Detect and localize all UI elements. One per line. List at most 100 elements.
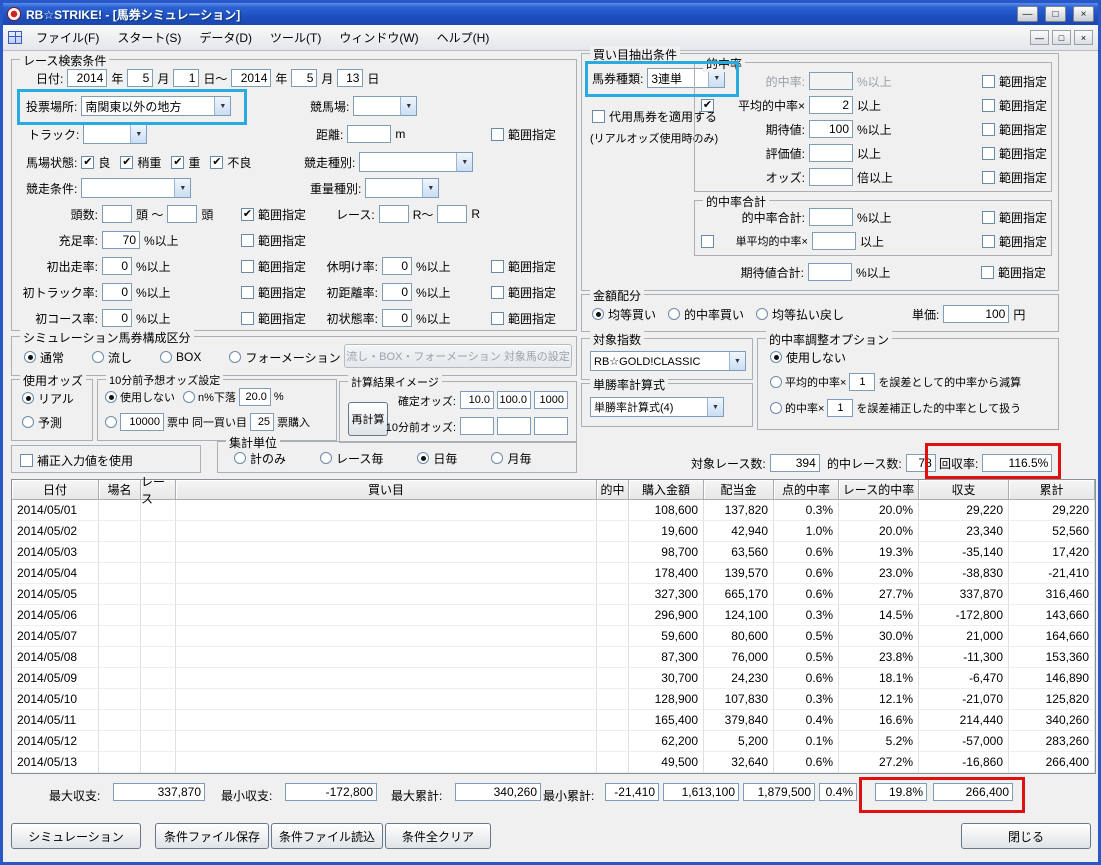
col-header-payout[interactable]: 配当金 (704, 480, 774, 500)
heads-range-checkbox[interactable] (241, 207, 254, 221)
menu-start[interactable]: スタート(S) (109, 25, 189, 50)
target-horse-config-button[interactable]: 流し・BOX・フォーメーション 対象馬の設定 (344, 344, 572, 368)
table-row[interactable]: 2014/05/11 165,400 379,840 0.4% 16.6% 214,440… (12, 710, 1095, 731)
pre-odds-input-1[interactable] (460, 417, 494, 435)
first-track-rate-input[interactable]: 0 (102, 283, 132, 301)
hit-rate-range-checkbox[interactable] (981, 74, 995, 88)
weight-type-select[interactable]: ▼ (365, 178, 440, 198)
close-button[interactable]: × (1073, 6, 1094, 22)
menu-help[interactable]: ヘルプ(H) (429, 25, 498, 50)
condition-bad-checkbox[interactable] (210, 155, 224, 169)
odds-input[interactable] (809, 168, 853, 186)
fixed-odds-input-3[interactable]: 1000 (534, 391, 568, 409)
date-from-day-input[interactable]: 1 (173, 69, 200, 87)
race-number-from-input[interactable] (378, 205, 409, 223)
date-to-year-input[interactable]: 2014 (231, 69, 272, 87)
first-state-rate-input[interactable]: 0 (382, 309, 412, 327)
pre-odds-input-3[interactable] (534, 417, 568, 435)
correction-checkbox[interactable] (20, 453, 33, 467)
hit-rate-total-input[interactable] (809, 208, 853, 226)
date-to-month-input[interactable]: 5 (291, 69, 318, 87)
avg-hit-rate-input[interactable]: 2 (809, 96, 853, 114)
evaluation-value-input[interactable] (809, 144, 853, 162)
col-header-race-rate[interactable]: レース的中率 (839, 480, 919, 500)
minimize-button[interactable]: — (1017, 6, 1038, 22)
pre10-votes-radio[interactable] (105, 416, 117, 428)
table-row[interactable]: 2014/05/05 327,300 665,170 0.6% 27.7% 337,870… (12, 584, 1095, 605)
race-number-to-input[interactable] (437, 205, 468, 223)
real-odds-radio[interactable] (22, 392, 34, 404)
aggregate-month-radio[interactable] (491, 452, 504, 464)
aggregate-total-radio[interactable] (234, 452, 246, 464)
col-header-venue[interactable]: 場名 (99, 480, 141, 500)
race-type-select[interactable]: ▼ (359, 152, 474, 172)
table-row[interactable]: 2014/05/04 178,400 139,570 0.6% 23.0% -38,830… (12, 563, 1095, 584)
mdi-minimize-button[interactable]: — (1030, 30, 1049, 45)
distance-input[interactable] (347, 125, 392, 143)
first-distance-rate-input[interactable]: 0 (382, 283, 412, 301)
date-to-day-input[interactable]: 13 (337, 69, 364, 87)
pre10-none-radio[interactable] (105, 391, 117, 403)
pre10-buy-input[interactable]: 25 (250, 413, 275, 431)
adjust-none-radio[interactable] (770, 351, 782, 363)
table-row[interactable]: 2014/05/03 98,700 63,560 0.6% 19.3% -35,140 17… (12, 542, 1095, 563)
col-header-total[interactable]: 累計 (1009, 480, 1095, 500)
adjust-treat-radio[interactable] (770, 402, 782, 414)
clear-all-conditions-button[interactable]: 条件全クリア (385, 823, 491, 849)
race-condition-select[interactable]: ▼ (81, 178, 192, 198)
table-row[interactable]: 2014/05/01 108,600 137,820 0.3% 20.0% 29,220 2… (12, 500, 1095, 521)
load-condition-file-button[interactable]: 条件ファイル読込 (271, 823, 383, 849)
first-distance-rate-range-checkbox[interactable] (491, 285, 504, 299)
odds-range-checkbox[interactable] (981, 170, 995, 184)
expected-total-input[interactable] (808, 263, 852, 281)
menu-file[interactable]: ファイル(F) (28, 25, 107, 50)
evaluation-value-range-checkbox[interactable] (981, 146, 995, 160)
equal-buy-radio[interactable] (592, 308, 604, 320)
pre10-drop-radio[interactable] (183, 391, 195, 403)
col-header-purchase[interactable]: 購入金額 (629, 480, 704, 500)
menu-data[interactable]: データ(D) (191, 25, 260, 50)
table-row[interactable]: 2014/05/10 128,900 107,830 0.3% 12.1% -21,070… (12, 689, 1095, 710)
hit-rate-total-range-checkbox[interactable] (981, 210, 995, 224)
adjust-subtract-radio[interactable] (770, 376, 782, 388)
avg-hit-rate-checkbox[interactable] (701, 98, 714, 112)
menu-window[interactable]: ウィンドウ(W) (331, 25, 426, 50)
first-course-rate-range-checkbox[interactable] (241, 311, 254, 325)
col-header-hit[interactable]: 的中 (597, 480, 629, 500)
fill-rate-range-checkbox[interactable] (241, 233, 254, 247)
first-run-rate-input[interactable]: 0 (102, 257, 132, 275)
table-row[interactable]: 2014/05/08 87,300 76,000 0.5% 23.8% -11,300 15… (12, 647, 1095, 668)
date-from-year-input[interactable]: 2014 (67, 69, 108, 87)
adjust-treat-input[interactable]: 1 (827, 399, 854, 417)
single-avg-hit-rate-input[interactable] (812, 232, 856, 250)
formation-radio[interactable] (229, 351, 242, 363)
col-header-race[interactable]: レース (141, 475, 176, 506)
racecourse-select[interactable]: ▼ (353, 96, 418, 116)
rest-return-rate-range-checkbox[interactable] (491, 259, 504, 273)
substitute-ticket-checkbox[interactable] (592, 109, 605, 123)
col-header-date[interactable]: 日付 (12, 480, 99, 500)
first-track-rate-range-checkbox[interactable] (241, 285, 254, 299)
table-row[interactable]: 2014/05/02 19,600 42,940 1.0% 20.0% 23,340 52,… (12, 521, 1095, 542)
menu-tools[interactable]: ツール(T) (262, 25, 329, 50)
condition-heavy-checkbox[interactable] (171, 155, 185, 169)
nagashi-radio[interactable] (92, 351, 105, 363)
table-row[interactable]: 2014/05/12 62,200 5,200 0.1% 5.2% -57,000 283,… (12, 731, 1095, 752)
maximize-button[interactable]: □ (1045, 6, 1066, 22)
mdi-restore-button[interactable]: □ (1052, 30, 1071, 45)
single-avg-hit-rate-checkbox[interactable] (701, 234, 714, 248)
table-row[interactable]: 2014/05/09 30,700 24,230 0.6% 18.1% -6,470 146… (12, 668, 1095, 689)
close-dialog-button[interactable]: 閉じる (961, 823, 1091, 849)
pre10-votes-input[interactable]: 10000 (120, 413, 164, 431)
venue-select[interactable]: 南関東以外の地方 ▼ (81, 96, 232, 116)
box-radio[interactable] (160, 351, 173, 363)
table-row[interactable]: 2014/05/07 59,600 80,600 0.5% 30.0% 21,000 164… (12, 626, 1095, 647)
first-course-rate-input[interactable]: 0 (102, 309, 132, 327)
pre-odds-input-2[interactable] (497, 417, 531, 435)
table-row[interactable]: 2014/05/06 296,900 124,100 0.3% 14.5% -172,80… (12, 605, 1095, 626)
rest-return-rate-input[interactable]: 0 (382, 257, 412, 275)
mdi-close-button[interactable]: × (1074, 30, 1093, 45)
fill-rate-input[interactable]: 70 (102, 231, 140, 249)
fixed-odds-input-2[interactable]: 100.0 (497, 391, 531, 409)
adjust-subtract-input[interactable]: 1 (849, 373, 876, 391)
